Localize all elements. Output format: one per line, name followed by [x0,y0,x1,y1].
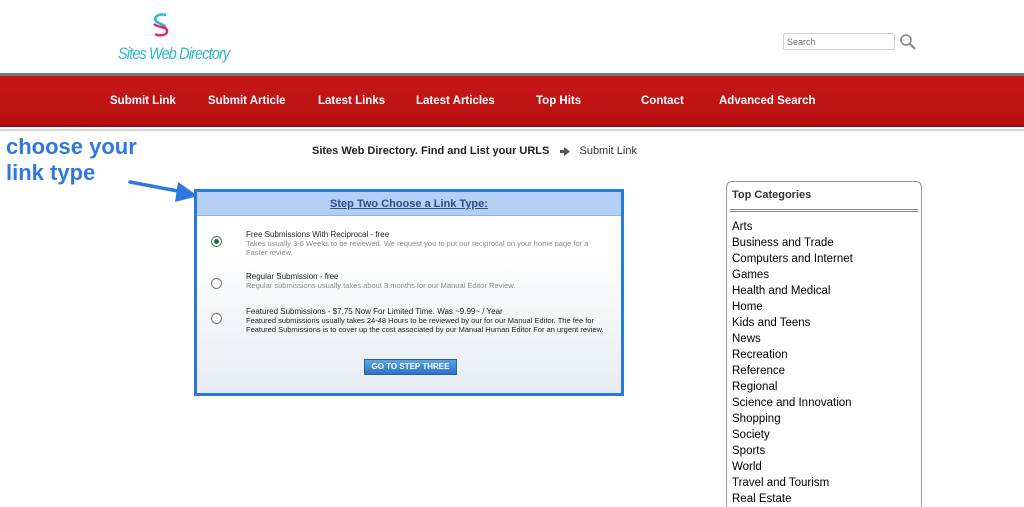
category-item[interactable]: Arts [732,219,853,235]
category-item[interactable]: Regional [732,379,853,395]
breadcrumb-current: Submit Link [579,145,637,157]
category-item[interactable]: Health and Medical [732,283,853,299]
logo-text: Sites Web Directory [118,44,230,63]
step-title: Step Two Choose a Link Type: [330,198,488,210]
breadcrumb-arrow-icon [560,146,571,156]
category-item[interactable]: Science and Innovation [732,395,853,411]
search-icon[interactable] [899,33,917,51]
annotation-label: choose your link type [6,134,137,186]
search-input[interactable] [783,33,895,50]
categories-title: Top Categories [732,189,812,201]
top-categories-panel: Top Categories Arts Business and Trade C… [726,181,922,507]
nav-latest-links[interactable]: Latest Links [318,95,385,107]
category-item[interactable]: Reference [732,363,853,379]
category-item[interactable]: Society [732,427,853,443]
category-item[interactable]: Home [732,299,853,315]
radio-free-reciprocal[interactable] [211,236,222,247]
category-item[interactable]: Real Estate [732,491,853,507]
option-title: Regular Submission - free [246,272,339,281]
nav-contact[interactable]: Contact [641,95,684,107]
radio-featured[interactable] [211,313,222,324]
option-texts: Regular Submission - free Regular submis… [246,272,611,290]
nav-bottom-divider [0,129,1024,131]
option-desc: Featured submissions usually takes 24-48… [246,316,604,334]
nav-latest-articles[interactable]: Latest Articles [416,95,495,107]
breadcrumb-home[interactable]: Sites Web Directory. Find and List your … [312,145,549,157]
nav-advanced-search[interactable]: Advanced Search [719,95,816,107]
annotation-line-2: link type [6,160,96,185]
breadcrumb: Sites Web Directory. Find and List your … [312,145,637,157]
category-item[interactable]: Travel and Tourism [732,475,853,491]
main-nav: Submit Link Submit Article Latest Links … [0,76,1024,127]
categories-list: Arts Business and Trade Computers and In… [732,219,853,507]
category-item[interactable]: Recreation [732,347,853,363]
category-item[interactable]: News [732,331,853,347]
annotation-arrow-icon [128,180,198,202]
link-type-panel: Step Two Choose a Link Type: Free Submis… [194,189,624,396]
search-box [783,33,923,53]
radio-regular[interactable] [211,278,222,289]
category-item[interactable]: Shopping [732,411,853,427]
option-title: Free Submissions With Reciprocal - free [246,230,390,239]
category-item[interactable]: Games [732,267,853,283]
go-to-step-three-button[interactable]: GO TO STEP THREE [364,359,457,375]
option-title: Featured Submissions - $7.75 Now For Lim… [246,307,503,316]
category-item[interactable]: Computers and Internet [732,251,853,267]
nav-submit-link[interactable]: Submit Link [110,95,176,107]
logo-mark-icon [153,13,169,37]
option-texts: Featured Submissions - $7.75 Now For Lim… [246,307,611,334]
nav-top-hits[interactable]: Top Hits [536,95,581,107]
site-logo[interactable]: Sites Web Directory [112,10,230,70]
option-texts: Free Submissions With Reciprocal - free … [246,230,611,257]
category-item[interactable]: World [732,459,853,475]
option-desc: Takes usually 3-6 Weeks to be reviewed. … [246,239,589,257]
option-desc: Regular submissions usually takes about … [246,281,516,290]
category-item[interactable]: Business and Trade [732,235,853,251]
step-header: Step Two Choose a Link Type: [197,192,621,216]
category-item[interactable]: Sports [732,443,853,459]
nav-submit-article[interactable]: Submit Article [208,95,286,107]
categories-divider [730,209,918,212]
category-item[interactable]: Kids and Teens [732,315,853,331]
annotation-line-1: choose your [6,134,137,159]
